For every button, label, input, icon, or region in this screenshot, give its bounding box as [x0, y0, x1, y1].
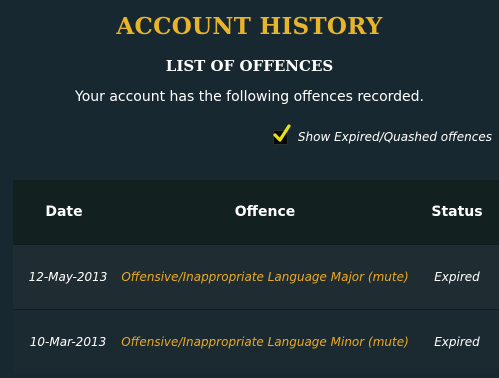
- column-header-status: Status: [431, 204, 483, 220]
- checkmark-icon: [273, 123, 291, 142]
- table-row: 10-Mar-2013 Offensive/Inappropriate Lang…: [13, 309, 499, 374]
- column-header-offence: Offence: [234, 204, 296, 220]
- page-subtitle: Your account has the following offences …: [75, 89, 424, 105]
- show-expired-toggle[interactable]: Show Expired/Quashed offences: [272, 123, 492, 148]
- show-expired-label[interactable]: Show Expired/Quashed offences: [298, 130, 492, 144]
- column-header-date: Date: [45, 204, 83, 220]
- page-title: ACCOUNT HISTORY: [116, 13, 383, 40]
- offence-status: Expired: [434, 270, 480, 284]
- offence-name[interactable]: Offensive/Inappropriate Language Minor (…: [115, 335, 415, 349]
- offence-name[interactable]: Offensive/Inappropriate Language Major (…: [115, 270, 415, 284]
- show-expired-checkbox[interactable]: [272, 123, 291, 145]
- offence-status: Expired: [434, 335, 480, 349]
- offence-date: 10-Mar-2013: [29, 335, 107, 349]
- table-header: Date Offence Status: [13, 180, 499, 244]
- offence-date: 12-May-2013: [28, 270, 108, 284]
- section-title: LIST OF OFFENCES: [165, 57, 334, 75]
- table-row: 12-May-2013 Offensive/Inappropriate Lang…: [13, 244, 499, 309]
- offences-table: Date Offence Status 12-May-2013 Offensiv…: [13, 180, 499, 374]
